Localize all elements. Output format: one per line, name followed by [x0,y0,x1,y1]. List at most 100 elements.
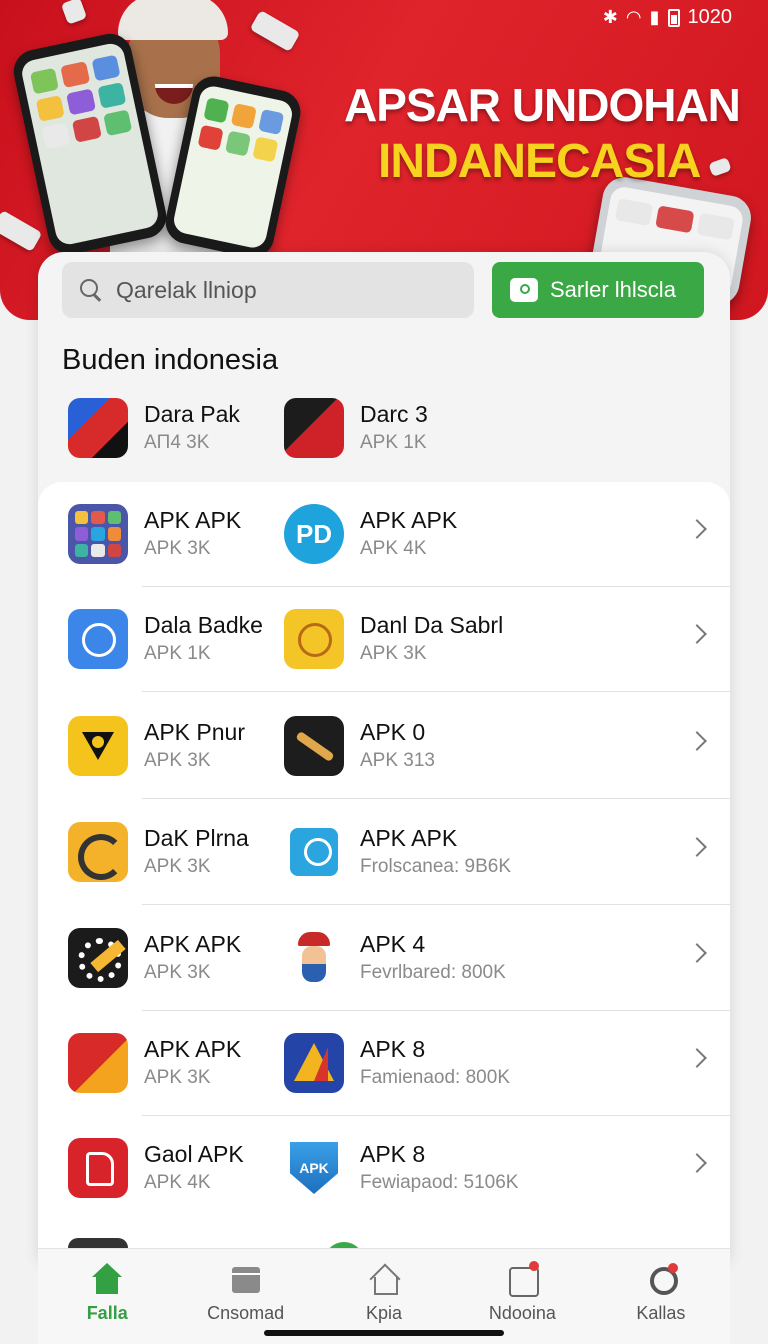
app-name: Danl Da Sabrl [360,612,504,638]
nav-item-profile[interactable]: Kallas [592,1249,730,1344]
app-name: APK APK [360,507,458,533]
satellite-dish-icon [68,822,128,882]
chevron-right-icon[interactable] [687,837,707,857]
list-item[interactable]: DaK Plrna APK 3K [68,822,249,882]
list-item[interactable]: APK 0 APK 313 [284,716,435,776]
profile-icon [644,1263,678,1295]
nav-label: Kallas [636,1303,686,1323]
divider [142,904,730,905]
list-row[interactable]: APK APK APK 3K APK 4 Fevrlbared: 800K [38,906,730,1011]
app-meta: APK 313 [360,750,435,771]
app-name: APK APK [144,507,242,533]
featured-app[interactable]: Dara Pak AП4 3K [68,398,240,458]
list-item[interactable]: APK APK 8 Fewiapaod: 5106K [284,1138,518,1198]
search-button[interactable]: Sarler lhlscla [492,262,704,318]
home-indicator[interactable] [264,1330,504,1336]
list-row[interactable]: Dala Badke APK 1K Danl Da Sabrl APK 3K [38,587,730,692]
divider [142,798,730,799]
search-box[interactable] [62,262,474,318]
gear-wrench-icon [68,928,128,988]
app-name: APK 8 [360,1141,426,1167]
globe-icon [284,609,344,669]
list-row[interactable]: APK APK APK 3K APK 8 Famienaod: 800K [38,1011,730,1116]
home-icon [90,1263,124,1295]
character-icon [284,928,344,988]
list-row[interactable]: APK Pnur APK 3K APK 0 APK 313 [38,694,730,799]
nav-label: Kpia [366,1303,403,1323]
person-cap [118,0,228,40]
app-name: APK APK [144,1036,242,1062]
search-button-icon [510,278,538,302]
tools-icon [284,822,344,882]
content-card: Sarler lhlscla Buden indonesia Dara Pak … [38,252,730,1262]
app-meta: APK 3K [144,538,211,559]
list-item[interactable]: Gaol APK APK 4K [68,1138,244,1198]
app-name: Dara Pak [144,401,240,427]
red-document-icon [68,1138,128,1198]
red-flag-app-icon [68,1033,128,1093]
list-item[interactable]: APK APK APK 3K [68,1033,241,1093]
app-name: Darc 3 [360,401,428,427]
wifi-icon: ◠ [625,7,642,27]
hero-title: APSAR UNDOHAN [344,79,741,131]
floating-phone-icon [60,0,88,25]
app-meta: APK 1K [360,432,427,453]
box-icon [229,1263,263,1295]
chevron-right-icon[interactable] [687,943,707,963]
list-item[interactable]: APK APK APK 3K [68,928,241,988]
app-meta: APK 3K [144,856,211,877]
chevron-right-icon[interactable] [687,1048,707,1068]
app-name: APK 0 [360,719,426,745]
list-row[interactable]: APK APK APK 3K PD APK APK APK 4K [38,482,730,587]
app-name: Gaol APK [144,1141,244,1167]
nav-item-home[interactable]: Falla [38,1249,176,1344]
app-meta: APK 4K [360,538,427,559]
app-meta: APK 3K [144,962,211,983]
app-name: APK APK [144,931,242,957]
list-item[interactable]: APK Pnur APK 3K [68,716,245,776]
chevron-right-icon[interactable] [687,731,707,751]
shield-eye-icon [68,716,128,776]
chevron-right-icon[interactable] [687,624,707,644]
chevron-right-icon[interactable] [687,1153,707,1173]
battery-icon [667,8,680,27]
triangle-logo-icon [284,1033,344,1093]
clock-icon [68,609,128,669]
section-title: Buden indonesia [62,344,279,376]
list-item[interactable]: APK 4 Fevrlbared: 800K [284,928,506,988]
list-item[interactable]: PD APK APK APK 4K [284,504,457,564]
app-meta: Fevrlbared: 800K [360,962,506,983]
nav-label: Cnsomad [207,1303,285,1323]
featured-app[interactable]: Darc 3 APK 1K [284,398,428,458]
apk-badge: APK [290,1142,338,1194]
list-item[interactable]: APK APK Frolscanea: 9B6K [284,822,511,882]
search-input[interactable] [116,276,456,304]
app-name: Dala Badke [144,612,263,638]
app-meta: APK 3K [144,1067,211,1088]
status-bar: ✱ ◠ ▮ 1020 [603,6,732,29]
brush-icon [284,716,344,776]
floating-phone-icon [249,9,301,53]
app-list: APK APK APK 3K PD APK APK APK 4K Dala Badk… [38,482,730,1262]
dark-red-app-icon [284,398,344,458]
list-item[interactable]: APK 8 Famienaod: 800K [284,1033,510,1093]
list-row[interactable]: DaK Plrna APK 3K APK APK Frolscanea: 9B6K [38,800,730,905]
nav-label: Falla [86,1303,128,1323]
house-outline-icon [367,1263,401,1295]
red-blue-shape-icon [68,398,128,458]
app-name: APK 8 [360,1036,426,1062]
app-meta: Famienaod: 800K [360,1067,510,1088]
pd-logo-icon: PD [284,504,344,564]
app-meta: APK 3K [144,750,211,771]
list-item[interactable]: Danl Da Sabrl APK 3K [284,609,503,669]
app-meta: APK 4K [144,1172,211,1193]
list-row[interactable]: Gaol APK APK 4K APK APK 8 Fewiapaod: 5106K [38,1116,730,1221]
apk-shield-icon: APK [284,1138,344,1198]
bluetooth-icon: ✱ [602,7,618,27]
app-meta: Frolscanea: 9B6K [360,856,512,877]
floating-phone-icon [0,209,43,253]
list-item[interactable]: Dala Badke APK 1K [68,609,263,669]
list-item[interactable]: APK APK APK 3K [68,504,241,564]
app-meta: Fewiapaod: 5106K [360,1172,519,1193]
chevron-right-icon[interactable] [687,519,707,539]
